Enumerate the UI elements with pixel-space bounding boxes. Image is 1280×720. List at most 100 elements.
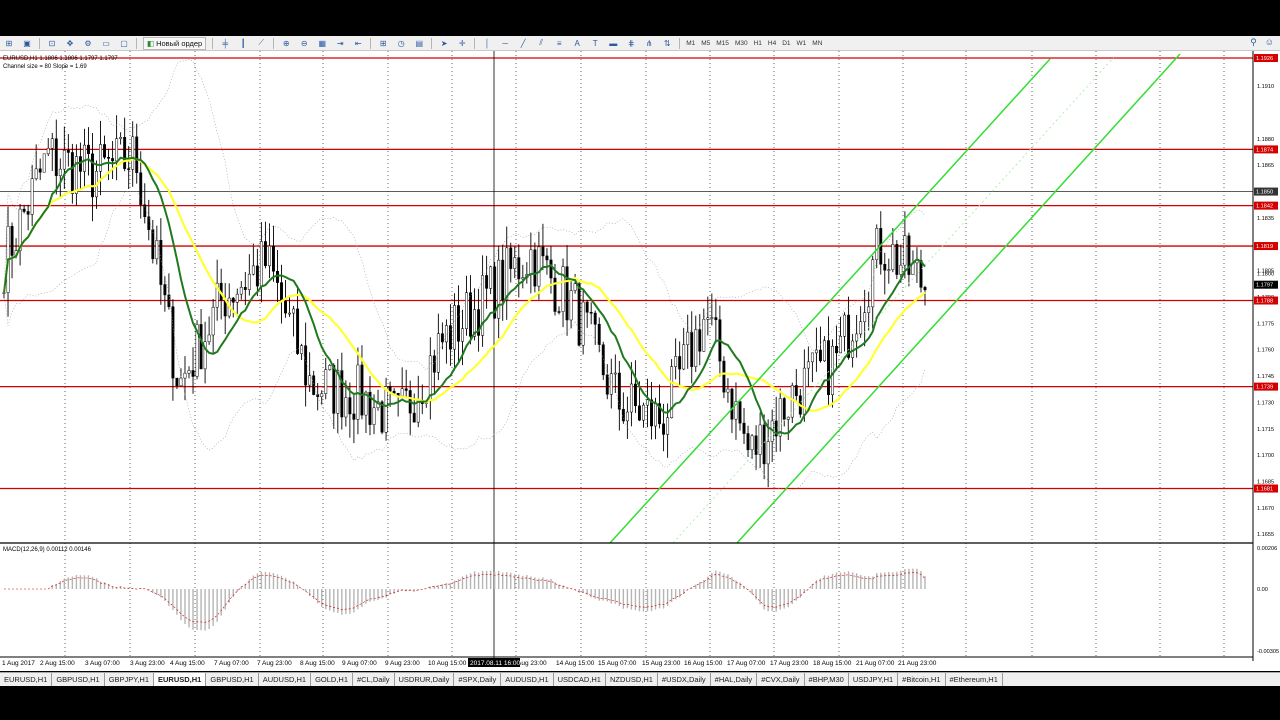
rectangle-icon[interactable]: ▬ <box>605 37 621 49</box>
chart-tab[interactable]: GBPUSD,H1 <box>206 673 259 686</box>
chart-tab[interactable]: EURUSD,H1 <box>154 673 207 686</box>
crosshair-time-label: 2017.08.11 16:00 <box>470 660 521 667</box>
text-icon[interactable]: A <box>569 37 585 49</box>
chart-tab[interactable]: #SPX,Daily <box>454 673 502 686</box>
zoom-in-icon[interactable]: ⊕ <box>278 37 294 49</box>
timeframe-h4[interactable]: H4 <box>768 40 776 47</box>
vertical-line-icon[interactable]: │ <box>479 37 495 49</box>
candle-body <box>746 433 750 451</box>
candle-body <box>348 397 352 415</box>
candle-body <box>625 411 629 422</box>
candle-body <box>440 333 444 343</box>
tile-windows-icon[interactable]: ▦ <box>314 37 330 49</box>
tester-icon[interactable]: ▢ <box>116 37 132 49</box>
candle-body <box>883 263 887 271</box>
market-watch-icon[interactable]: ⊡ <box>44 37 60 49</box>
candle-body <box>629 383 633 413</box>
chart-tab[interactable]: #BHP,M30 <box>805 673 849 686</box>
candle-body <box>561 266 565 312</box>
arrows-icon[interactable]: ⇅ <box>659 37 675 49</box>
new-order-button[interactable]: ◧ Новый ордер <box>143 36 207 50</box>
candle-body <box>923 287 927 291</box>
chart-tab[interactable]: EURUSD,H1 <box>0 673 53 686</box>
pitchfork-icon[interactable]: ⋔ <box>641 37 657 49</box>
candle-body <box>207 334 211 342</box>
candle-body <box>674 356 678 367</box>
bar-chart-icon[interactable]: ╪ <box>217 37 233 49</box>
time-axis-label: 3 Aug 07:00 <box>85 660 120 667</box>
trendline-icon[interactable]: ╱ <box>515 37 531 49</box>
candle-body <box>147 216 151 230</box>
gann-icon[interactable]: ⋕ <box>623 37 639 49</box>
text-label-icon[interactable]: T <box>587 37 603 49</box>
chart-tab[interactable]: USDRUR,Daily <box>395 673 455 686</box>
search-icon[interactable]: ⚲ <box>1250 37 1257 48</box>
timeframe-m5[interactable]: M5 <box>701 40 710 47</box>
navigator-icon[interactable]: ✥ <box>62 37 78 49</box>
timeframe-mn[interactable]: MN <box>812 40 822 47</box>
chart-tab[interactable]: USDCAD,H1 <box>554 673 606 686</box>
candle-body <box>585 301 589 313</box>
candle-body <box>682 344 686 370</box>
timeframe-d1[interactable]: D1 <box>782 40 790 47</box>
chart-window[interactable]: 1.19101.18801.18651.18351.18201.18051.17… <box>0 51 1280 671</box>
chart-tab[interactable]: GOLD,H1 <box>311 673 353 686</box>
chart-shift-icon[interactable]: ⇤ <box>350 37 366 49</box>
price-scale-label: 1.1715 <box>1257 427 1274 433</box>
profiles-icon[interactable]: ▣ <box>19 37 35 49</box>
candle-body <box>497 259 501 319</box>
timeframe-h1[interactable]: H1 <box>754 40 762 47</box>
account-icon[interactable]: ☺ <box>1265 37 1274 48</box>
candle-body <box>384 386 388 433</box>
chart-tab[interactable]: #Bitcoin,H1 <box>898 673 946 686</box>
timeframe-w1[interactable]: W1 <box>797 40 807 47</box>
fibonacci-icon[interactable]: ≡ <box>551 37 567 49</box>
current-price-label: 1.1797 <box>1256 283 1273 289</box>
timeframe-m1[interactable]: M1 <box>686 40 695 47</box>
chart-tab[interactable]: #Ethereum,H1 <box>946 673 1003 686</box>
candle-body <box>42 153 46 173</box>
macd-signal-line <box>4 572 926 623</box>
level-tag-label: 1.1874 <box>1256 147 1273 153</box>
indicators-icon[interactable]: ⊞ <box>375 37 391 49</box>
new-chart-icon[interactable]: ⊞ <box>1 37 17 49</box>
candle-body <box>537 246 541 287</box>
level-tag-label: 1.1788 <box>1256 299 1273 305</box>
chart-tab[interactable]: #CL,Daily <box>353 673 395 686</box>
channel-icon[interactable]: ⫽ <box>533 37 549 49</box>
chart-tab[interactable]: #HAL,Daily <box>711 673 758 686</box>
chart-tab[interactable]: NZDUSD,H1 <box>606 673 658 686</box>
candle-body <box>919 260 923 288</box>
zoom-out-icon[interactable]: ⊖ <box>296 37 312 49</box>
candle-body <box>545 255 549 261</box>
chart-tab[interactable]: #CVX,Daily <box>757 673 805 686</box>
candle-body <box>823 340 826 362</box>
templates-icon[interactable]: ▤ <box>411 37 427 49</box>
candle-body <box>139 172 143 205</box>
price-chart[interactable]: 1.19101.18801.18651.18351.18201.18051.17… <box>0 51 1280 671</box>
candlestick-icon[interactable]: ┃ <box>235 37 251 49</box>
candle-body <box>163 284 167 296</box>
price-scale-label: 1.1865 <box>1257 163 1274 169</box>
terminal-icon[interactable]: ▭ <box>98 37 114 49</box>
chart-tab[interactable]: GBPUSD,H1 <box>52 673 105 686</box>
chart-tab[interactable]: #USDX,Daily <box>658 673 711 686</box>
timeframe-m15[interactable]: M15 <box>716 40 729 47</box>
candle-body <box>22 208 26 212</box>
candle-body <box>167 294 171 308</box>
horizontal-line-icon[interactable]: ─ <box>497 37 513 49</box>
candle-body <box>263 241 267 267</box>
candle-body <box>573 283 577 291</box>
chart-tab[interactable]: AUDUSD,H1 <box>259 673 312 686</box>
autoscroll-icon[interactable]: ⇥ <box>332 37 348 49</box>
chart-tab[interactable]: USDJPY,H1 <box>849 673 899 686</box>
periods-icon[interactable]: ◷ <box>393 37 409 49</box>
crosshair-icon[interactable]: ✛ <box>454 37 470 49</box>
data-window-icon[interactable]: ⚙ <box>80 37 96 49</box>
candle-body <box>485 275 489 289</box>
timeframe-m30[interactable]: M30 <box>735 40 748 47</box>
chart-tab[interactable]: AUDUSD,H1 <box>501 673 554 686</box>
chart-tab[interactable]: GBPJPY,H1 <box>105 673 155 686</box>
cursor-icon[interactable]: ➤ <box>436 37 452 49</box>
line-chart-icon[interactable]: ⟋ <box>253 37 269 49</box>
